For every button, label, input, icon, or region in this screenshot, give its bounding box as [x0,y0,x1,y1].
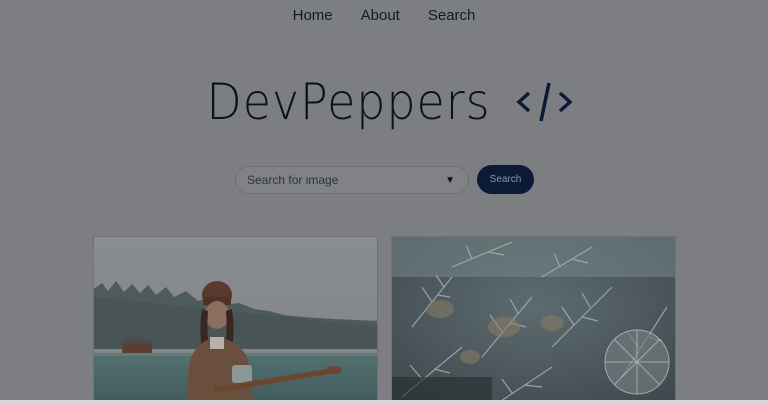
frost-photo [392,237,675,403]
page: Home About Search DevPeppers Search for … [0,0,768,403]
triangle-down-icon[interactable]: ▼ [445,175,455,186]
search-input[interactable]: Search for image ▼ [235,165,469,194]
nav-home-link[interactable]: Home [293,7,333,24]
site-logo: DevPeppers [0,72,768,132]
search-placeholder: Search for image [247,172,339,187]
lake-photo [94,237,377,403]
code-brackets-icon [516,79,574,125]
image-card[interactable] [93,236,378,403]
top-nav: Home About Search [0,0,768,30]
search-bar: Search for image ▼ Search [235,165,534,194]
image-card[interactable] [391,236,676,403]
nav-about-link[interactable]: About [361,7,400,24]
search-button[interactable]: Search [477,165,534,194]
brand-name: DevPeppers [205,73,491,131]
nav-search-link[interactable]: Search [428,7,476,24]
